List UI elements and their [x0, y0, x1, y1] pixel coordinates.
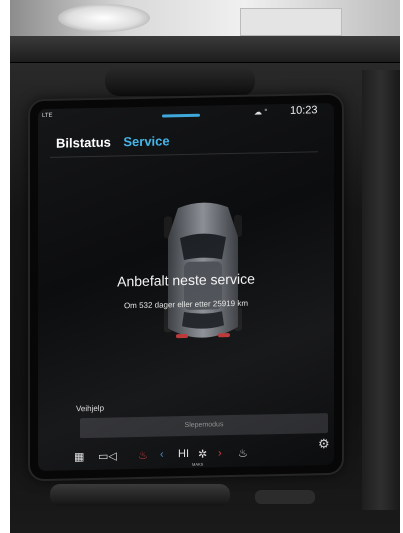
background-fixture	[240, 8, 342, 36]
seat-heat-right-icon[interactable]: ♨	[238, 447, 248, 460]
console-switch	[255, 490, 315, 504]
tow-mode-button[interactable]: Slepemodus	[80, 413, 328, 439]
temp-left-arrow-icon[interactable]: ‹	[160, 448, 164, 460]
temp-right-arrow-icon[interactable]: ›	[218, 447, 222, 459]
climate-bar: ▦ ▭◁ ♨ ‹ HI MAKS ✲ › ♨	[38, 441, 334, 471]
fan-level-sub: MAKS	[192, 461, 204, 467]
infotainment-bezel: LTE ☁ ° 10:23 Bilstatus Service Anbefalt…	[30, 94, 342, 480]
dashboard-top	[10, 36, 400, 63]
dashboard-trim	[362, 70, 400, 510]
clock: 10:23	[290, 104, 318, 117]
network-indicator: LTE	[42, 112, 53, 120]
tab-service[interactable]: Service	[123, 133, 169, 149]
service-title: Anbefalt neste service	[117, 270, 255, 290]
status-icons: ☁ °	[254, 107, 268, 117]
tab-bar: Bilstatus Service	[56, 132, 178, 153]
ceiling-lamp	[58, 4, 150, 32]
fan-level[interactable]: HI	[178, 448, 189, 460]
tab-divider	[50, 151, 318, 158]
air-vent	[105, 66, 255, 96]
console-control	[50, 484, 230, 506]
camera-icon[interactable]: ▭◁	[98, 449, 117, 462]
infotainment-screen: LTE ☁ ° 10:23 Bilstatus Service Anbefalt…	[38, 102, 334, 472]
tab-bilstatus[interactable]: Bilstatus	[56, 135, 111, 151]
fan-icon[interactable]: ✲	[198, 448, 207, 461]
seat-heat-left-icon[interactable]: ♨	[138, 449, 148, 462]
photo-background: LTE ☁ ° 10:23 Bilstatus Service Anbefalt…	[10, 0, 400, 533]
home-grid-icon[interactable]: ▦	[74, 450, 84, 463]
roadside-assist-label: Veihjelp	[76, 403, 105, 414]
